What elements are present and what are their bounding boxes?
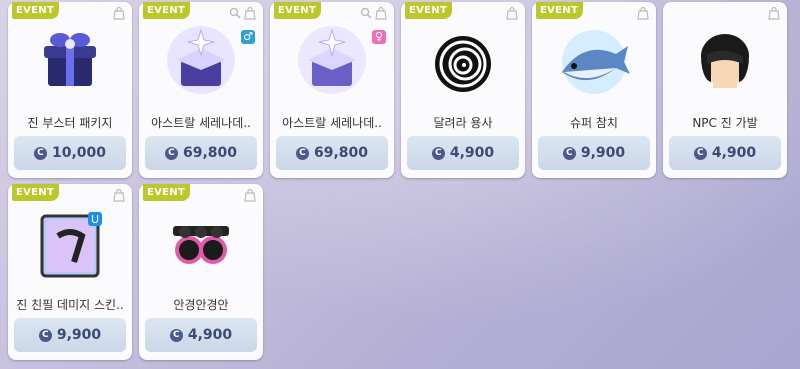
product-card[interactable]: EVENT 달려라 용사 C 4,900	[401, 2, 525, 178]
event-badge: EVENT	[536, 2, 584, 19]
product-card[interactable]: EVENT 안경안경안 C 4,900	[139, 184, 263, 360]
spiral-icon	[435, 36, 491, 92]
svg-text:U: U	[91, 213, 99, 226]
buy-button[interactable]: C 9,900	[14, 318, 126, 352]
price: 4,900	[449, 145, 495, 161]
coin-icon: C	[33, 146, 47, 160]
astral-box-icon	[167, 26, 235, 94]
event-badge: EVENT	[12, 184, 60, 201]
coin-icon: C	[693, 146, 707, 160]
buy-button[interactable]: C 4,900	[145, 318, 257, 352]
shopping-bag-icon[interactable]	[243, 6, 257, 20]
damage-skin-icon: U	[40, 212, 102, 278]
price: 9,900	[580, 145, 626, 161]
product-name: 슈퍼 참치	[570, 116, 618, 130]
magnifier-icon[interactable]	[360, 7, 372, 19]
coin-icon: C	[164, 146, 178, 160]
product-card[interactable]: EVENT ♂ 아스트랄 세레나데.. C 69,800	[139, 2, 263, 178]
coin-icon: C	[38, 328, 52, 342]
price: 69,800	[182, 145, 238, 161]
product-name: 달려라 용사	[433, 116, 493, 130]
buy-button[interactable]: C 9,900	[538, 136, 650, 170]
hair-wig-icon	[701, 34, 749, 88]
product-card[interactable]: EVENT U 진 친필 데미지 스킨.. C 9,900	[8, 184, 132, 360]
coin-icon: C	[562, 146, 576, 160]
tuna-fish-icon	[562, 30, 630, 94]
female-gender-icon: ♀	[372, 30, 386, 44]
shopping-bag-icon[interactable]	[243, 188, 257, 202]
product-name: 아스트랄 세레나데..	[282, 116, 382, 130]
product-name: NPC 진 가발	[692, 116, 758, 130]
buy-button[interactable]: C 69,800	[145, 136, 257, 170]
buy-button[interactable]: C 10,000	[14, 136, 126, 170]
astral-box-icon	[298, 26, 366, 94]
price: 10,000	[51, 145, 107, 161]
magnifier-icon[interactable]	[229, 7, 241, 19]
coin-icon: C	[431, 146, 445, 160]
price: 4,900	[711, 145, 757, 161]
coin-icon: C	[169, 328, 183, 342]
buy-button[interactable]: C 4,900	[407, 136, 519, 170]
shopping-bag-icon[interactable]	[636, 6, 650, 20]
product-name: 진 부스터 패키지	[27, 116, 113, 130]
price: 4,900	[187, 327, 233, 343]
event-badge: EVENT	[405, 2, 453, 19]
male-gender-icon: ♂	[241, 30, 255, 44]
product-name: 진 친필 데미지 스킨..	[16, 298, 124, 312]
buy-button[interactable]: C 4,900	[669, 136, 781, 170]
price: 9,900	[56, 327, 102, 343]
product-name: 아스트랄 세레나데..	[151, 116, 251, 130]
product-card[interactable]: NPC 진 가발 C 4,900	[663, 2, 787, 178]
event-badge: EVENT	[12, 2, 60, 19]
price: 69,800	[313, 145, 369, 161]
sunglasses-icon	[173, 226, 229, 264]
shopping-bag-icon[interactable]	[374, 6, 388, 20]
product-card[interactable]: EVENT 진 부스터 패키지 C 10,000	[8, 2, 132, 178]
coin-icon: C	[295, 146, 309, 160]
shopping-bag-icon[interactable]	[112, 6, 126, 20]
product-card[interactable]: EVENT 슈퍼 참치 C 9,900	[532, 2, 656, 178]
event-badge: EVENT	[143, 2, 191, 19]
product-card[interactable]: EVENT ♀ 아스트랄 세레나데.. C 69,800	[270, 2, 394, 178]
shopping-bag-icon[interactable]	[767, 6, 781, 20]
event-badge: EVENT	[274, 2, 322, 19]
shopping-bag-icon[interactable]	[112, 188, 126, 202]
shopping-bag-icon[interactable]	[505, 6, 519, 20]
event-badge: EVENT	[143, 184, 191, 201]
buy-button[interactable]: C 69,800	[276, 136, 388, 170]
gift-box-icon	[44, 33, 96, 86]
product-name: 안경안경안	[173, 298, 229, 312]
